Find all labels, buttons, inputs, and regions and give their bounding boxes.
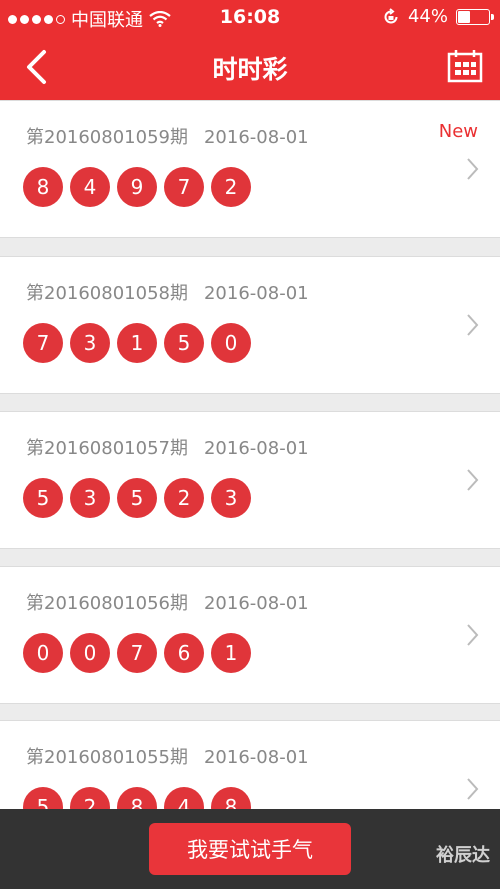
draw-item[interactable]: 第20160801057期 2016-08-01 5 3 5 2 3 [0, 411, 500, 549]
draw-issue: 第20160801058期 [26, 283, 188, 304]
number-ball: 9 [117, 167, 157, 207]
chevron-right-icon [467, 158, 479, 180]
number-ball: 3 [70, 478, 110, 518]
chevron-right-icon [467, 469, 479, 491]
draw-meta: 第20160801059期 2016-08-01 [26, 123, 309, 149]
number-ball: 2 [211, 167, 251, 207]
number-balls: 0 0 7 6 1 [23, 633, 251, 673]
status-right-group: 44% [382, 6, 494, 27]
nav-bar: 时时彩 [0, 34, 500, 100]
number-ball: 5 [117, 478, 157, 518]
try-luck-button[interactable]: 我要试试手气 [149, 823, 351, 875]
calendar-button[interactable] [444, 46, 486, 88]
number-ball: 5 [164, 323, 204, 363]
number-ball: 0 [70, 633, 110, 673]
number-balls: 5 3 5 2 3 [23, 478, 251, 518]
chevron-right-icon [467, 778, 479, 800]
battery-icon [456, 8, 494, 25]
chevron-right-icon [467, 314, 479, 336]
draw-item[interactable]: 第20160801055期 2016-08-01 5 2 8 4 8 [0, 720, 500, 809]
number-ball: 1 [117, 323, 157, 363]
number-ball: 7 [164, 167, 204, 207]
draw-issue: 第20160801059期 [26, 127, 188, 148]
number-balls: 8 4 9 7 2 [23, 167, 251, 207]
draw-meta: 第20160801057期 2016-08-01 [26, 434, 309, 460]
calendar-icon [447, 50, 483, 83]
draw-meta: 第20160801055期 2016-08-01 [26, 743, 309, 769]
orientation-lock-icon [384, 7, 398, 23]
page-title: 时时彩 [212, 55, 288, 84]
number-ball: 3 [70, 323, 110, 363]
draw-meta: 第20160801056期 2016-08-01 [26, 589, 309, 615]
number-ball: 0 [211, 323, 251, 363]
number-ball: 7 [117, 633, 157, 673]
draw-date: 2016-08-01 [203, 283, 309, 304]
number-ball: 6 [164, 633, 204, 673]
number-ball: 8 [23, 167, 63, 207]
draw-issue: 第20160801055期 [26, 747, 188, 768]
bottom-bar: 我要试试手气 裕辰达 [0, 809, 500, 889]
draw-item[interactable]: 第20160801059期 2016-08-01 New 8 4 9 7 2 [0, 100, 500, 238]
watermark: 裕辰达 [436, 845, 490, 866]
number-ball: 2 [164, 478, 204, 518]
number-ball: 5 [23, 787, 63, 809]
number-balls: 5 2 8 4 8 [23, 787, 251, 809]
draw-issue: 第20160801056期 [26, 593, 188, 614]
back-button[interactable] [14, 42, 64, 92]
chevron-left-icon [27, 50, 46, 84]
draw-item[interactable]: 第20160801058期 2016-08-01 7 3 1 5 0 [0, 256, 500, 394]
number-ball: 1 [211, 633, 251, 673]
number-ball: 8 [117, 787, 157, 809]
draw-item[interactable]: 第20160801056期 2016-08-01 0 0 7 6 1 [0, 566, 500, 704]
new-badge: New [438, 121, 478, 142]
number-ball: 7 [23, 323, 63, 363]
draw-date: 2016-08-01 [203, 127, 309, 148]
number-ball: 4 [70, 167, 110, 207]
number-ball: 0 [23, 633, 63, 673]
number-ball: 8 [211, 787, 251, 809]
chevron-right-icon [467, 624, 479, 646]
number-ball: 3 [211, 478, 251, 518]
draw-list[interactable]: 第20160801059期 2016-08-01 New 8 4 9 7 2 第2… [0, 100, 500, 809]
number-ball: 4 [164, 787, 204, 809]
status-bar: 中国联通 16:08 44% [0, 0, 500, 34]
draw-date: 2016-08-01 [203, 438, 309, 459]
battery-level-fill [458, 10, 471, 23]
draw-meta: 第20160801058期 2016-08-01 [26, 279, 309, 305]
number-balls: 7 3 1 5 0 [23, 323, 251, 363]
number-ball: 2 [70, 787, 110, 809]
battery-percent: 44% [407, 6, 448, 27]
draw-date: 2016-08-01 [203, 593, 309, 614]
draw-issue: 第20160801057期 [26, 438, 188, 459]
draw-date: 2016-08-01 [203, 747, 309, 768]
number-ball: 5 [23, 478, 63, 518]
